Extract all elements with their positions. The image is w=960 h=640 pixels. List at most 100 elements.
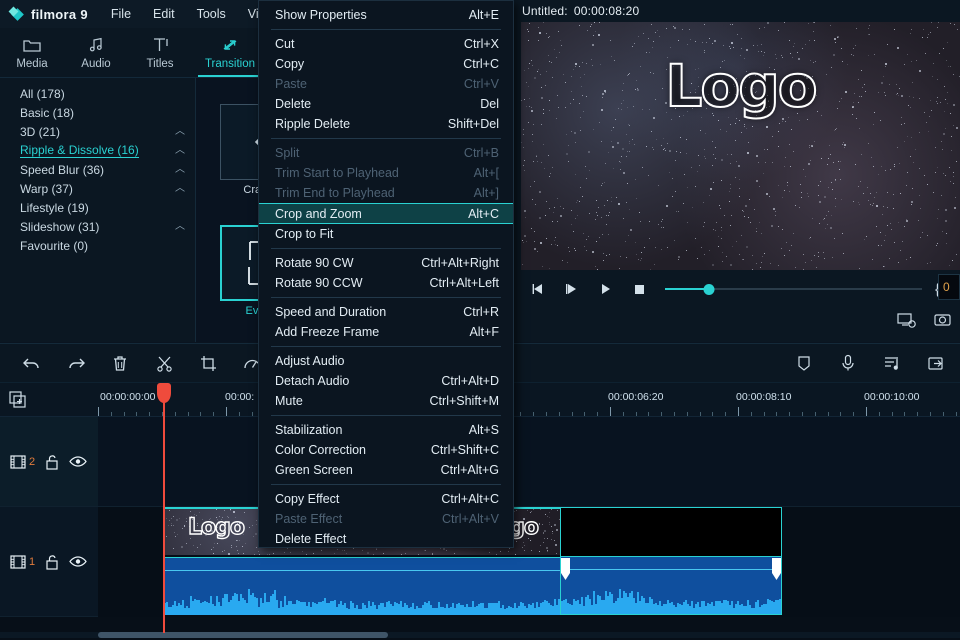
position-timecode-field[interactable]: 0 (938, 274, 960, 300)
chevron-up-icon[interactable]: ︿ (175, 126, 185, 137)
context-menu-item[interactable]: Detach Audio Ctrl+Alt+D (259, 371, 513, 391)
menu-item-label: Adjust Audio (275, 354, 345, 368)
menu-item-label: Speed and Duration (275, 305, 387, 319)
chevron-up-icon[interactable]: ︿ (175, 145, 185, 156)
menu-item-label: Paste Effect (275, 512, 343, 526)
category-label: Warp (37) (20, 181, 73, 196)
audio-mixer-button[interactable] (870, 344, 914, 382)
context-menu-item[interactable]: Rotate 90 CW Ctrl+Alt+Right (259, 253, 513, 273)
context-menu-item[interactable]: Show Properties Alt+E (259, 5, 513, 25)
context-menu-item[interactable]: Speed and Duration Ctrl+R (259, 302, 513, 322)
preview-stage[interactable]: Logo (521, 22, 960, 270)
category-label: Speed Blur (36) (20, 162, 105, 177)
context-menu-item[interactable]: Adjust Audio (259, 351, 513, 371)
category-item[interactable]: Ripple & Dissolve (16) ︿ (0, 141, 195, 160)
context-menu-item[interactable]: Mute Ctrl+Shift+M (259, 391, 513, 411)
category-item[interactable]: 3D (21) ︿ (0, 122, 195, 141)
crop-button[interactable] (186, 344, 230, 382)
menu-edit[interactable]: Edit (142, 3, 186, 25)
category-list: All (178) Basic (18) 3D (21) ︿ Ripple & Diss… (0, 78, 196, 342)
category-item[interactable]: Warp (37) ︿ (0, 179, 195, 198)
track-body-1[interactable]: Logo Logo Logo Logo (98, 507, 960, 617)
next-frame-button[interactable] (555, 274, 589, 304)
selected-clip[interactable] (560, 507, 782, 615)
context-menu-item[interactable]: Copy Ctrl+C (259, 54, 513, 74)
context-menu-item: Split Ctrl+B (259, 143, 513, 163)
unlock-icon[interactable] (45, 554, 59, 570)
menu-file[interactable]: File (100, 3, 142, 25)
context-menu-item[interactable]: Add Freeze Frame Alt+F (259, 322, 513, 342)
track-header-2[interactable]: 2 (0, 417, 98, 507)
context-menu-item[interactable]: Cut Ctrl+X (259, 34, 513, 54)
context-menu-item[interactable]: Ripple Delete Shift+Del (259, 114, 513, 134)
eye-icon[interactable] (69, 455, 87, 468)
audio-midline (561, 569, 781, 570)
delete-button[interactable] (98, 344, 142, 382)
menu-item-shortcut: Ctrl+Alt+C (441, 492, 499, 506)
record-voiceover-button[interactable] (826, 344, 870, 382)
prev-frame-button[interactable] (521, 274, 555, 304)
add-track-icon[interactable] (8, 389, 30, 411)
menu-item-label: Ripple Delete (275, 117, 351, 131)
eye-icon[interactable] (69, 555, 87, 568)
tab-audio[interactable]: Audio (64, 28, 128, 77)
context-menu-item[interactable]: Delete Del (259, 94, 513, 114)
category-label: 3D (21) (20, 124, 61, 139)
more-tools-button[interactable] (914, 344, 958, 382)
ruler-label: 00:00:08:10 (736, 391, 792, 403)
play-button[interactable] (589, 274, 623, 304)
camera-icon[interactable] (930, 308, 956, 332)
context-menu-item[interactable]: Delete Effect (259, 529, 513, 549)
menu-separator (271, 248, 501, 249)
marker-button[interactable] (782, 344, 826, 382)
chevron-up-icon[interactable]: ︿ (175, 183, 185, 194)
tab-audio-label: Audio (81, 57, 111, 70)
split-button[interactable] (142, 344, 186, 382)
filmora-window: filmora 9 File Edit Tools View Media Aud… (0, 0, 960, 640)
undo-button[interactable] (10, 344, 54, 382)
audio-clip[interactable] (164, 557, 560, 615)
context-menu-item[interactable]: Copy Effect Ctrl+Alt+C (259, 489, 513, 509)
menu-item-shortcut: Ctrl+Alt+G (440, 463, 499, 477)
menu-item-shortcut: Ctrl+Alt+V (442, 512, 499, 526)
clip-logo-label: Logo (187, 514, 245, 540)
track-header-1[interactable]: 1 (0, 507, 98, 617)
context-menu-item[interactable]: Crop and Zoom Alt+C (259, 203, 513, 224)
category-item[interactable]: All (178) (0, 84, 195, 103)
context-menu-item[interactable]: Color Correction Ctrl+Shift+C (259, 440, 513, 460)
slider-knob[interactable] (703, 283, 715, 295)
context-menu-item[interactable]: Stabilization Alt+S (259, 420, 513, 440)
menu-item-shortcut: Shift+Del (447, 117, 499, 131)
category-item[interactable]: Slideshow (31) ︿ (0, 217, 195, 236)
context-menu-item[interactable]: Rotate 90 CCW Ctrl+Alt+Left (259, 273, 513, 293)
category-item[interactable]: Favourite (0) (0, 236, 195, 255)
category-item[interactable]: Lifestyle (19) (0, 198, 195, 217)
track-body-2[interactable] (98, 417, 960, 507)
menu-tools[interactable]: Tools (186, 3, 237, 25)
tab-media[interactable]: Media (0, 28, 64, 77)
horizontal-scrollbar-thumb[interactable] (98, 632, 388, 638)
chevron-up-icon[interactable]: ︿ (175, 221, 185, 232)
context-menu-item[interactable]: Crop to Fit (259, 224, 513, 244)
volume-slider[interactable] (665, 274, 922, 304)
category-item[interactable]: Speed Blur (36) ︿ (0, 160, 195, 179)
snapshot-settings-icon[interactable] (894, 308, 920, 332)
playhead-handle[interactable] (157, 383, 171, 403)
unlock-icon[interactable] (45, 454, 59, 470)
redo-button[interactable] (54, 344, 98, 382)
film-strip-icon (10, 454, 26, 470)
tab-transition[interactable]: Transition (192, 28, 268, 77)
chevron-up-icon[interactable]: ︿ (175, 164, 185, 175)
menu-item-shortcut: Ctrl+C (463, 57, 499, 71)
context-menu-item[interactable]: Green Screen Ctrl+Alt+G (259, 460, 513, 480)
slider-fill (665, 288, 709, 290)
category-item[interactable]: Basic (18) (0, 103, 195, 122)
playhead[interactable] (157, 383, 171, 633)
tab-titles[interactable]: Titles (128, 28, 192, 77)
tab-media-label: Media (16, 57, 48, 70)
context-menu-item: Trim End to Playhead Alt+] (259, 183, 513, 203)
menu-item-label: Mute (275, 394, 303, 408)
menu-separator (271, 415, 501, 416)
stop-button[interactable] (623, 274, 657, 304)
menu-item-label: Copy Effect (275, 492, 340, 506)
